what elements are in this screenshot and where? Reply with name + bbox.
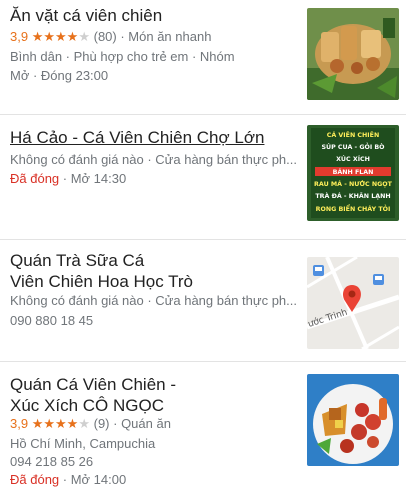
rating-value: 3,9 bbox=[10, 29, 29, 44]
category: Món ăn nhanh bbox=[128, 29, 212, 44]
star-rating-icon: ★★★★★ bbox=[31, 29, 90, 44]
result-address: Hồ Chí Minh, Campuchia bbox=[10, 436, 156, 451]
result-hours: Mở · Đóng 23:00 bbox=[10, 68, 109, 83]
result-rating-line: 3,9 ★★★★★ (80) · Món ăn nhanh bbox=[10, 29, 212, 44]
review-count[interactable]: (80) bbox=[94, 29, 117, 44]
menu-line: XÚC XÍCH bbox=[336, 154, 370, 163]
menu-line: CÁ VIÊN CHIÊN bbox=[327, 130, 379, 139]
result-title[interactable]: Há Cảo - Cá Viên Chiên Chợ Lớn bbox=[10, 127, 264, 149]
result-card[interactable]: Quán Cá Viên Chiên - Xúc Xích CÔ NGỌC 3,… bbox=[0, 362, 406, 490]
menu-line: RAU MÁ - NƯỚC NGỌT bbox=[314, 179, 393, 188]
result-details: Bình dân · Phù hợp cho trẻ em · Nhóm bbox=[10, 49, 235, 64]
result-title-line2[interactable]: Xúc Xích CÔ NGỌC bbox=[10, 395, 164, 417]
result-rating-line: 3,9 ★★★★★ (9) · Quán ăn bbox=[10, 416, 171, 431]
result-card[interactable]: Há Cảo - Cá Viên Chiên Chợ Lớn Không có … bbox=[0, 115, 406, 237]
opening-time: · Mở 14:30 bbox=[59, 171, 127, 186]
menu-line: TRÀ ĐÁ - KHĂN LẠNH bbox=[315, 191, 390, 200]
menu-board-thumbnail[interactable]: CÁ VIÊN CHIÊN SÚP CUA - GỎI BÒ XÚC XÍCH … bbox=[307, 125, 399, 221]
result-card[interactable]: Ăn vặt cá viên chiên 3,9 ★★★★★ (80) · Mó… bbox=[0, 0, 406, 112]
star-rating-icon: ★★★★★ bbox=[31, 416, 90, 431]
result-hours-line: Đã đóng · Mở 14:30 bbox=[10, 170, 126, 187]
result-card[interactable]: Quán Trà Sữa Cá Viên Chiên Hoa Học Trò K… bbox=[0, 240, 406, 360]
opening-time: · Mở 14:00 bbox=[59, 472, 127, 487]
food-plate-thumbnail[interactable] bbox=[307, 374, 399, 466]
status-closed: Đã đóng bbox=[10, 472, 60, 487]
result-title[interactable]: Ăn vặt cá viên chiên bbox=[10, 5, 162, 27]
category: Quán ăn bbox=[121, 416, 171, 431]
map-thumbnail[interactable]: ước Trinh bbox=[307, 257, 399, 349]
food-photo-thumbnail[interactable] bbox=[307, 8, 399, 100]
results-list: Ăn vặt cá viên chiên 3,9 ★★★★★ (80) · Mó… bbox=[0, 0, 406, 490]
status-closed: Đã đóng bbox=[10, 171, 60, 186]
rating-value: 3,9 bbox=[10, 416, 29, 431]
result-info: Không có đánh giá nào · Cửa hàng bán thự… bbox=[10, 293, 297, 308]
result-title-line1[interactable]: Quán Cá Viên Chiên - bbox=[10, 374, 176, 396]
result-info: Không có đánh giá nào · Cửa hàng bán thự… bbox=[10, 152, 297, 167]
result-title-line2[interactable]: Viên Chiên Hoa Học Trò bbox=[10, 271, 193, 293]
result-title-line1[interactable]: Quán Trà Sữa Cá bbox=[10, 250, 144, 272]
result-phone[interactable]: 094 218 85 26 bbox=[10, 453, 93, 470]
menu-line: BÁNH FLAN bbox=[333, 167, 374, 176]
result-phone[interactable]: 090 880 18 45 bbox=[10, 312, 93, 329]
result-hours-line: Đã đóng · Mở 14:00 bbox=[10, 471, 126, 488]
review-count[interactable]: (9) bbox=[94, 416, 110, 431]
